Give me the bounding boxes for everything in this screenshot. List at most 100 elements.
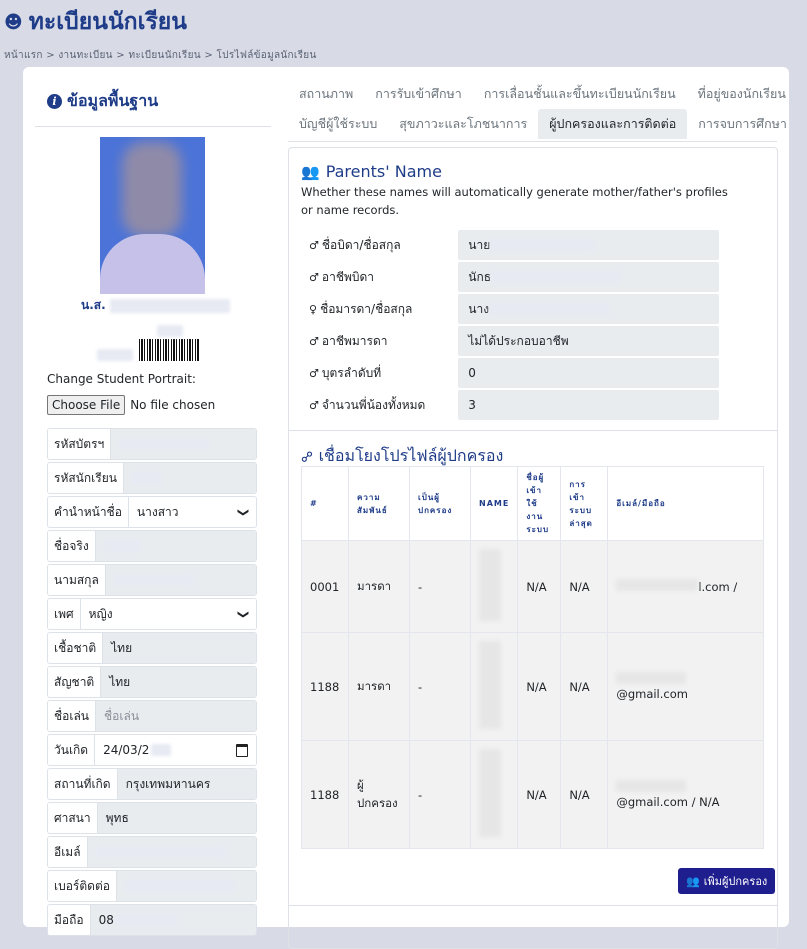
phone-input[interactable] (116, 871, 256, 901)
basic-info-heading-text: ข้อมูลพื้นฐาน (67, 91, 159, 110)
tab-guardians[interactable]: ผู้ปกครองและการติดต่อ (538, 109, 688, 139)
birthdate-input[interactable]: 24/03/2 (95, 735, 256, 765)
mother-job-input[interactable]: ไม่ได้ประกอบอาชีพ (458, 326, 719, 356)
tab-admission[interactable]: การรับเข้าศึกษา (364, 79, 473, 109)
email-input[interactable] (87, 837, 256, 867)
male-icon: ♂ (309, 270, 319, 284)
field-phone: เบอร์ติดต่อ (47, 870, 257, 902)
tab-health[interactable]: สุขภาวะและโภชนาการ (388, 109, 538, 139)
col-is-guardian: เป็นผู้ปกครอง (409, 466, 471, 541)
users-icon: 👥 (301, 162, 320, 181)
portrait-shirt (100, 234, 205, 294)
section-divider (289, 430, 777, 431)
field-email: อีเมล์ (47, 836, 257, 868)
table-row[interactable]: 1188 มารดา - N/A N/A @gmail.com (301, 632, 764, 741)
row-relation: มารดา (348, 540, 410, 633)
gender-select[interactable]: หญิง ❯ (80, 599, 256, 629)
field-label: เบอร์ติดต่อ (48, 871, 117, 901)
field-label: รหัสนักเรียน (48, 463, 124, 493)
parent-row-mother-job: ♂ อาชีพมารดา ไม่ได้ประกอบอาชีพ (309, 326, 719, 356)
birthplace-input[interactable]: กรุงเทพมหานคร (117, 769, 256, 799)
field-label: ชื่อเล่น (48, 701, 97, 731)
add-guardian-button[interactable]: 👥 เพิ่มผู้ปกครอง (678, 868, 776, 894)
chevron-down-icon: ❯ (236, 507, 250, 517)
field-nationality: สัญชาติ ไทย (47, 666, 257, 698)
field-gender: เพศ หญิง ❯ (47, 598, 257, 630)
siblings-input[interactable]: 3 (458, 390, 719, 420)
nickname-input[interactable]: ชื่อเล่น (96, 701, 256, 731)
parent-label-text: ชื่อบิดา/ชื่อสกุล (321, 237, 401, 252)
breadcrumb-home[interactable]: หน้าแรก (4, 50, 43, 61)
id-card-input[interactable] (111, 429, 256, 459)
row-name (469, 632, 519, 741)
parents-description: Whether these names will automatically g… (301, 185, 728, 217)
redacted-value (479, 549, 501, 621)
redacted-id (97, 349, 133, 361)
nationality-input[interactable]: ไทย (101, 667, 256, 697)
profile-tabs: สถานภาพ การรับเข้าศึกษา การเลื่อนชั้นและ… (288, 79, 787, 139)
parent-label: ♂ ชื่อบิดา/ชื่อสกุล (309, 236, 458, 255)
basic-info-heading: i ข้อมูลพื้นฐาน (35, 89, 271, 114)
choose-file-button[interactable]: Choose File (47, 395, 126, 415)
tab-graduation[interactable]: การจบการศึกษา (687, 109, 798, 139)
mobile-input[interactable]: 08 (90, 905, 256, 935)
field-label: ศาสนา (48, 803, 98, 833)
mobile-value: 08 (98, 913, 114, 927)
redacted-value (489, 303, 610, 315)
parent-label-text: ชื่อมารดา/ชื่อสกุล (320, 301, 413, 316)
first-name-input[interactable] (95, 531, 256, 561)
row-id: 1188 (301, 740, 349, 849)
tab-row-2: บัญชีผู้ใช้ระบบ สุขภาวะและโภชนาการ ผู้ปก… (288, 109, 787, 139)
row-last-login: N/A (560, 740, 609, 849)
last-name-input[interactable] (105, 565, 256, 595)
row-contact: @gmail.com (607, 632, 764, 741)
table-row[interactable]: 0001 มารดา - N/A N/A l.com / (301, 540, 764, 633)
barcode-icon (139, 339, 199, 361)
student-id-input[interactable] (123, 463, 256, 493)
breadcrumb-students[interactable]: ทะเบียนนักเรียน (128, 50, 200, 61)
row-contact: l.com / (607, 540, 764, 633)
redacted-value (490, 239, 596, 251)
link-icon: ⚯ (296, 445, 319, 468)
tab-row-1: สถานภาพ การรับเข้าศึกษา การเลื่อนชั้นและ… (288, 79, 786, 109)
parent-row-father-name: ♂ ชื่อบิดา/ชื่อสกุล นาย (309, 230, 719, 260)
father-job-input[interactable]: นักธ (458, 262, 719, 292)
tab-address[interactable]: ที่อยู่ของนักเรียน (687, 79, 797, 109)
table-row[interactable]: 1188 ผู้ปกครอง - N/A N/A @gmail.com / N/… (301, 740, 764, 849)
tab-user-account[interactable]: บัญชีผู้ใช้ระบบ (288, 109, 388, 139)
religion-input[interactable]: พุทธ (97, 803, 256, 833)
mother-name-input[interactable]: นาง (458, 294, 719, 324)
parent-row-siblings: ♂ จำนวนพี่น้องทั้งหมด 3 (309, 390, 719, 420)
tab-status[interactable]: สถานภาพ (288, 79, 364, 109)
field-label: ชื่อจริง (48, 531, 96, 561)
file-status: No file chosen (130, 398, 216, 412)
redacted-value (95, 846, 226, 858)
field-id-card: รหัสบัตรฯ (47, 428, 257, 460)
portrait-file-input[interactable]: Choose File No file chosen (47, 395, 215, 415)
row-contact-text: @gmail.com / N/A (616, 795, 720, 809)
row-contact: @gmail.com / N/A (607, 740, 764, 849)
section-divider (289, 905, 777, 906)
col-username: ชื่อผู้เข้าใช้งานระบบ (517, 466, 562, 541)
field-label: สัญชาติ (48, 667, 102, 697)
guardian-table: # ความสัมพันธ์ เป็นผู้ปกครอง NAME ชื่อผู… (301, 466, 764, 849)
tab-promotion[interactable]: การเลื่อนชั้นและขึ้นทะเบียนนักเรียน (473, 79, 687, 109)
parent-label: ♂ อาชีพบิดา (309, 268, 458, 287)
row-name (469, 540, 519, 633)
col-relation: ความสัมพันธ์ (348, 466, 410, 541)
mother-name-value: นาง (468, 301, 490, 316)
father-name-value: นาย (468, 237, 491, 252)
redacted-value (479, 749, 501, 837)
calendar-icon[interactable] (236, 743, 248, 757)
father-name-input[interactable]: นาย (458, 230, 719, 260)
prefix-select[interactable]: นางสาว ❯ (128, 497, 256, 527)
race-input[interactable]: ไทย (103, 633, 256, 663)
parent-row-child-order: ♂ บุตรลำดับที่ 0 (309, 358, 719, 388)
basic-info-fields: รหัสบัตรฯ รหัสนักเรียน คำนำหน้าชื่อ นางส… (47, 428, 257, 938)
row-id: 1188 (301, 632, 349, 741)
breadcrumb-registry[interactable]: งานทะเบียน (58, 50, 112, 61)
male-icon: ♂ (309, 398, 319, 412)
child-order-input[interactable]: 0 (458, 358, 719, 388)
redacted-value (491, 271, 622, 283)
redacted-value (115, 914, 176, 926)
